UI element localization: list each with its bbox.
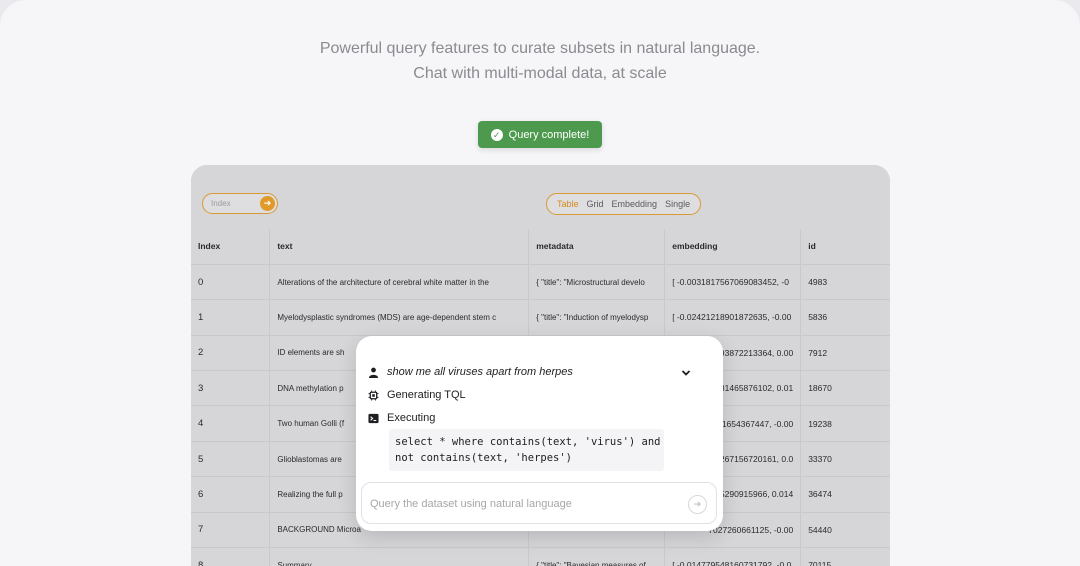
cell-id: 70115	[800, 547, 890, 566]
chip-icon	[368, 389, 379, 401]
query-input-box: ➔	[361, 482, 717, 524]
arrow-right-icon[interactable]: ➔	[260, 196, 275, 211]
cell-index: 4	[191, 405, 271, 442]
step-generating-tql: Generating TQL	[368, 389, 466, 401]
cell-id: 7912	[800, 335, 890, 372]
tab-embedding[interactable]: Embedding	[608, 199, 662, 209]
chat-prompt-row[interactable]: show me all viruses apart from herpes	[368, 366, 573, 378]
cell-index: 0	[191, 264, 271, 301]
terminal-icon	[368, 413, 379, 423]
step-executing-label: Executing	[387, 412, 436, 424]
query-complete-toast: ✓ Query complete!	[478, 121, 602, 148]
tql-code-block: select * where contains(text, 'virus') a…	[389, 429, 664, 471]
cell-index: 2	[191, 335, 271, 372]
cell-index: 3	[191, 370, 271, 407]
step-executing: Executing	[368, 412, 435, 424]
cell-embedding: [ -0.014779548160731792, -0.0	[664, 547, 802, 566]
cell-id: 33370	[800, 441, 890, 478]
cell-id: 5836	[800, 299, 890, 336]
cell-metadata: { "title": "Microstructural develo	[528, 264, 666, 301]
cell-index: 7	[191, 512, 271, 549]
index-search-field[interactable]: Index ➔	[202, 193, 278, 214]
table-header-row: Index text metadata embedding id	[191, 229, 890, 265]
table-row[interactable]: 8 Summary{ "title": "Bayesian measures of…	[191, 547, 890, 566]
step-generating-label: Generating TQL	[387, 389, 466, 401]
headline: Powerful query features to curate subset…	[0, 36, 1080, 86]
cell-index: 1	[191, 299, 271, 336]
cell-id: 18670	[800, 370, 890, 407]
arrow-right-icon[interactable]: ➔	[688, 495, 707, 514]
column-header-embedding[interactable]: embedding	[664, 229, 802, 265]
column-header-text[interactable]: text	[269, 229, 530, 265]
table-row[interactable]: 0 Alterations of the architecture of cere…	[191, 264, 890, 301]
chat-prompt-text: show me all viruses apart from herpes	[387, 366, 573, 378]
tab-table[interactable]: Table	[553, 199, 583, 209]
cell-id: 36474	[800, 476, 890, 513]
headline-line-2: Chat with multi-modal data, at scale	[413, 65, 667, 82]
page-frame: Powerful query features to curate subset…	[0, 0, 1080, 566]
index-placeholder: Index	[211, 199, 231, 208]
cell-embedding: [ -0.02421218901872635, -0.00	[664, 299, 802, 336]
cell-text: Summary	[269, 547, 530, 566]
cell-embedding: [ -0.0031817567069083452, -0	[664, 264, 802, 301]
headline-line-1: Powerful query features to curate subset…	[319, 40, 761, 57]
tab-single[interactable]: Single	[661, 199, 694, 209]
cell-index: 5	[191, 441, 271, 478]
chevron-down-icon[interactable]	[681, 369, 691, 380]
cell-text: Alterations of the architecture of cereb…	[269, 264, 530, 301]
cell-id: 19238	[800, 405, 890, 442]
cell-index: 6	[191, 476, 271, 513]
query-input[interactable]	[370, 495, 670, 513]
toast-label: Query complete!	[508, 128, 590, 141]
cell-id: 54440	[800, 512, 890, 549]
panel-toolbar: Index ➔ Table Grid Embedding Single	[191, 165, 890, 229]
column-header-metadata[interactable]: metadata	[528, 229, 666, 265]
cell-metadata: { "title": "Induction of myelodysp	[528, 299, 666, 336]
cell-id: 4983	[800, 264, 890, 301]
table-row[interactable]: 1 Myelodysplastic syndromes (MDS) are age…	[191, 299, 890, 336]
column-header-id[interactable]: id	[800, 229, 890, 265]
user-icon	[368, 367, 379, 378]
chat-popup: show me all viruses apart from herpes Ge…	[356, 336, 723, 531]
tab-grid[interactable]: Grid	[583, 199, 608, 209]
cell-index: 8	[191, 547, 271, 566]
check-circle-icon: ✓	[490, 128, 503, 141]
cell-metadata: { "title": "Bayesian measures of	[528, 547, 666, 566]
column-header-index[interactable]: Index	[191, 229, 271, 265]
cell-text: Myelodysplastic syndromes (MDS) are age-…	[269, 299, 530, 336]
view-switcher: Table Grid Embedding Single	[546, 193, 702, 215]
